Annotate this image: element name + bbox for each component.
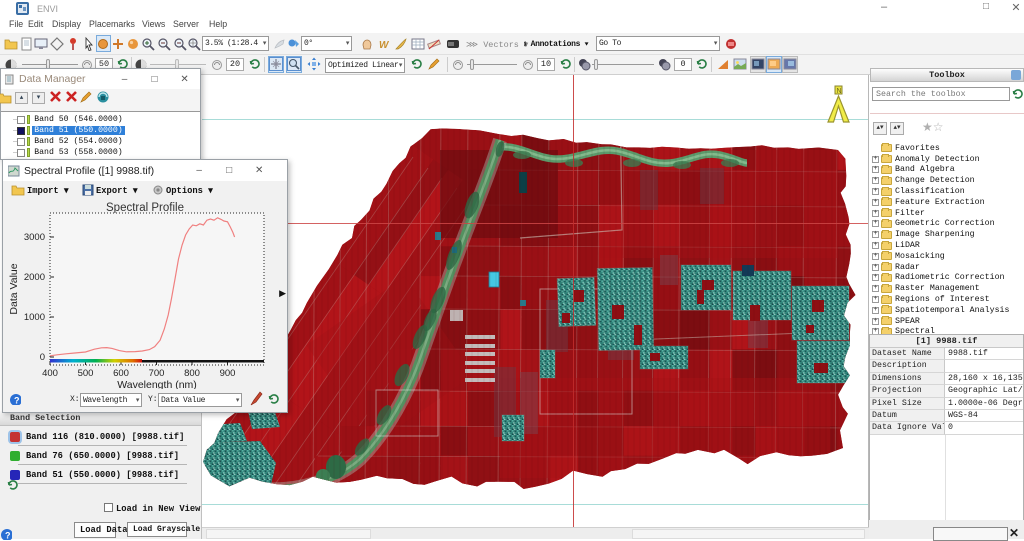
svg-text:0: 0 bbox=[40, 352, 45, 363]
svg-text:400: 400 bbox=[42, 368, 58, 379]
svg-text:500: 500 bbox=[78, 368, 94, 379]
svg-text:W: W bbox=[379, 40, 390, 51]
svg-text:Wavelength (nm): Wavelength (nm) bbox=[117, 379, 197, 389]
svg-text:800: 800 bbox=[184, 368, 200, 379]
svg-text:?: ? bbox=[14, 396, 20, 406]
svg-text:1000: 1000 bbox=[24, 312, 45, 323]
svg-text:Data Value: Data Value bbox=[8, 263, 20, 314]
svg-text:900: 900 bbox=[220, 368, 236, 379]
svg-text:2000: 2000 bbox=[24, 272, 45, 283]
svg-text:3000: 3000 bbox=[24, 232, 45, 243]
svg-text:600: 600 bbox=[113, 368, 129, 379]
svg-text:N: N bbox=[837, 88, 842, 95]
svg-text:700: 700 bbox=[149, 368, 165, 379]
